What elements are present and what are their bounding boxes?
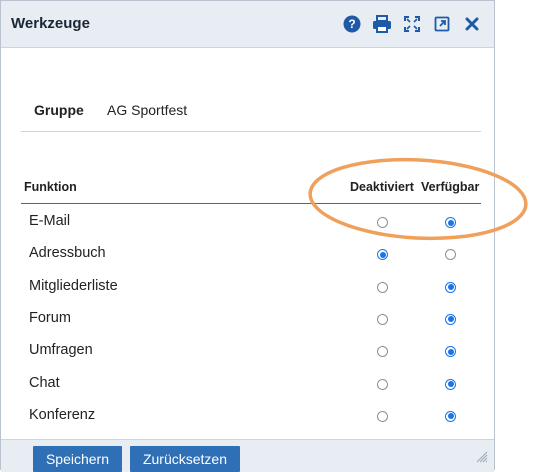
radio-disabled[interactable] — [377, 410, 388, 422]
table-row: Adressbuch — [21, 245, 481, 277]
radio-disabled[interactable] — [377, 217, 388, 228]
table-row: Mitgliederliste — [21, 278, 481, 310]
row-label: Mitgliederliste — [29, 277, 118, 294]
table-row: Chat — [21, 375, 481, 407]
reset-button[interactable]: Zurücksetzen — [130, 446, 240, 472]
table-row: Forum — [21, 310, 481, 342]
column-header-available: Verfügbar — [421, 180, 480, 194]
radio-available[interactable] — [445, 378, 456, 390]
tools-dialog: Werkzeuge ? Gruppe AG Sportfest Funktion… — [0, 0, 495, 472]
radio-disabled[interactable] — [377, 378, 388, 390]
radio-disabled[interactable] — [377, 249, 388, 261]
radio-available[interactable] — [445, 281, 456, 293]
row-label: Adressbuch — [29, 245, 106, 262]
table-row: E-Mail — [21, 213, 481, 245]
dialog-title: Werkzeuge — [11, 15, 90, 32]
radio-available[interactable] — [445, 313, 456, 325]
table-row: Konferenz — [21, 407, 481, 439]
row-label: Forum — [29, 309, 71, 326]
radio-disabled[interactable] — [377, 346, 388, 358]
open-external-icon[interactable] — [432, 14, 452, 34]
dialog-footer: Speichern Zurücksetzen — [1, 439, 494, 472]
column-header-disabled: Deaktiviert — [350, 180, 414, 194]
radio-disabled[interactable] — [377, 313, 388, 325]
svg-text:?: ? — [348, 17, 355, 31]
row-label: Umfragen — [29, 342, 93, 359]
row-label: Chat — [29, 374, 60, 391]
save-button[interactable]: Speichern — [33, 446, 122, 472]
radio-available[interactable] — [445, 217, 456, 228]
group-value: AG Sportfest — [107, 102, 188, 118]
print-icon[interactable] — [372, 14, 392, 34]
group-info: Gruppe AG Sportfest — [21, 101, 481, 132]
titlebar-actions: ? — [342, 12, 482, 36]
column-header-function: Funktion — [24, 180, 77, 194]
row-label: E-Mail — [29, 213, 71, 229]
resize-grip-icon[interactable] — [476, 450, 488, 468]
help-icon[interactable]: ? — [342, 14, 362, 34]
row-label: Konferenz — [29, 406, 96, 423]
dialog-titlebar: Werkzeuge ? — [1, 1, 494, 48]
group-label: Gruppe — [34, 102, 84, 118]
table-row: Umfragen — [21, 342, 481, 374]
close-icon[interactable] — [462, 14, 482, 34]
fullscreen-icon[interactable] — [402, 14, 422, 34]
radio-available[interactable] — [445, 346, 456, 358]
table-header: Funktion Deaktiviert Verfügbar — [21, 177, 481, 204]
radio-disabled[interactable] — [377, 281, 388, 293]
radio-available[interactable] — [445, 249, 456, 261]
radio-available[interactable] — [445, 410, 456, 422]
